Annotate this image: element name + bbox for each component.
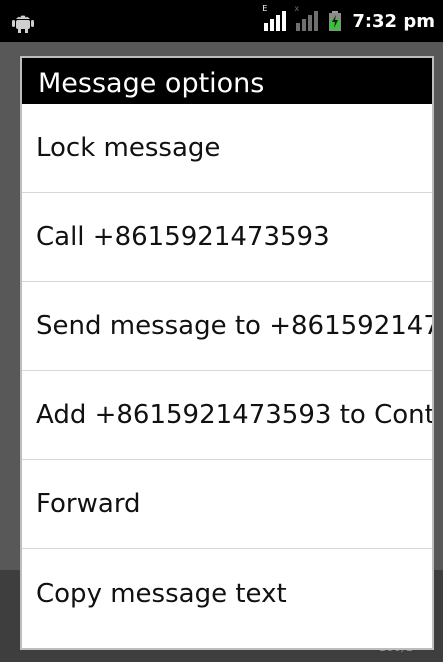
menu-item-add-to-contacts[interactable]: Add +8615921473593 to Contacts [22,371,432,460]
dialog-title: Message options [22,58,432,104]
status-time: 7:32 pm [352,10,435,32]
menu-item-copy-message-text[interactable]: Copy message text [22,549,432,638]
menu-item-send-message[interactable]: Send message to +8615921473593 [22,282,432,371]
android-notification-icon [10,10,36,34]
menu-item-lock-message[interactable]: Lock message [22,104,432,193]
signal-icon: E [262,5,287,31]
menu-item-call[interactable]: Call +8615921473593 [22,193,432,282]
message-options-dialog: Message options Lock message Call +86159… [22,58,432,648]
signal-icon: x [294,5,319,31]
menu-item-forward[interactable]: Forward [22,460,432,549]
status-bar: E x 7:32 pm [0,0,443,42]
battery-charging-icon [328,11,342,31]
